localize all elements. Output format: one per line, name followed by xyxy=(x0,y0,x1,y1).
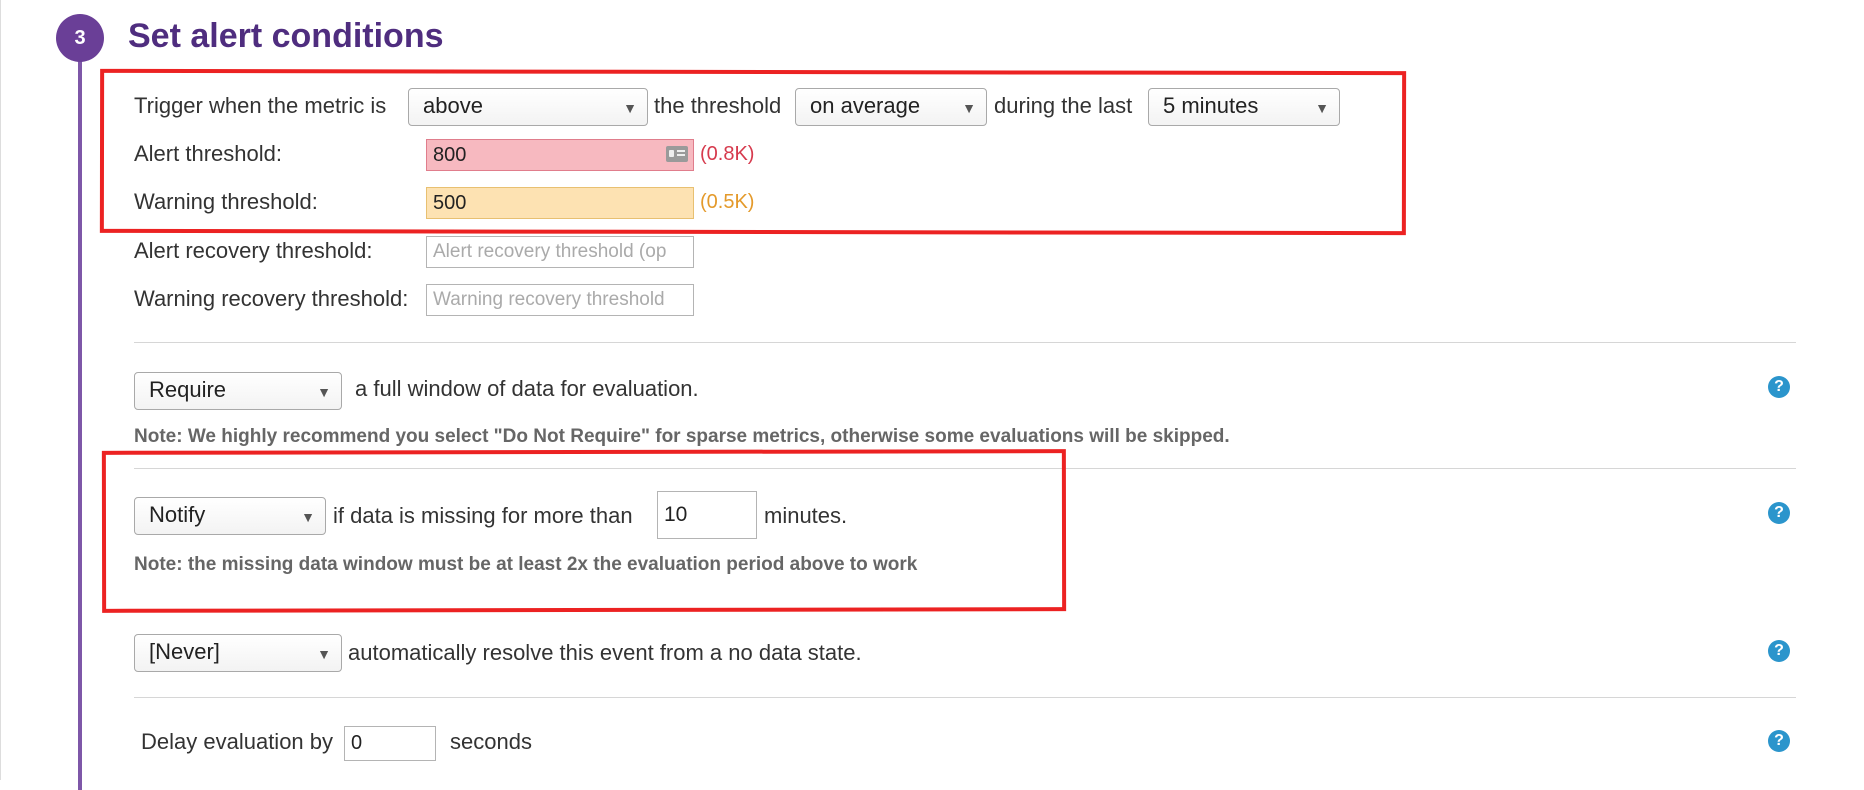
require-select[interactable]: Require ▼ xyxy=(134,372,342,410)
help-icon[interactable]: ? xyxy=(1768,730,1790,752)
divider xyxy=(134,697,1796,698)
warning-recovery-label: Warning recovery threshold: xyxy=(134,286,409,311)
page-left-border xyxy=(0,0,1,780)
auto-resolve-select-value: [Never] xyxy=(149,639,220,664)
help-icon[interactable]: ? xyxy=(1768,640,1790,662)
step-timeline-line xyxy=(78,30,82,790)
alert-recovery-label: Alert recovery threshold: xyxy=(134,238,373,263)
require-description: a full window of data for evaluation. xyxy=(355,376,699,401)
delay-suffix-label: seconds xyxy=(450,729,532,754)
delay-seconds-input[interactable] xyxy=(344,726,436,761)
divider xyxy=(134,342,1796,343)
alert-recovery-input[interactable] xyxy=(426,236,694,268)
step-number-badge: 3 xyxy=(56,14,104,62)
annotation-highlight-box xyxy=(99,68,1407,236)
chevron-down-icon: ▼ xyxy=(317,384,331,400)
help-icon[interactable]: ? xyxy=(1768,502,1790,524)
warning-recovery-input[interactable] xyxy=(426,284,694,316)
chevron-down-icon: ▼ xyxy=(317,646,331,662)
help-icon[interactable]: ? xyxy=(1768,376,1790,398)
section-title: Set alert conditions xyxy=(128,17,444,55)
delay-prefix-label: Delay evaluation by xyxy=(141,729,334,754)
auto-resolve-select[interactable]: [Never] ▼ xyxy=(134,634,342,672)
require-select-value: Require xyxy=(149,377,227,402)
auto-resolve-description: automatically resolve this event from a … xyxy=(348,640,862,665)
annotation-highlight-box xyxy=(101,449,1067,613)
require-note: Note: We highly recommend you select "Do… xyxy=(134,426,1230,447)
